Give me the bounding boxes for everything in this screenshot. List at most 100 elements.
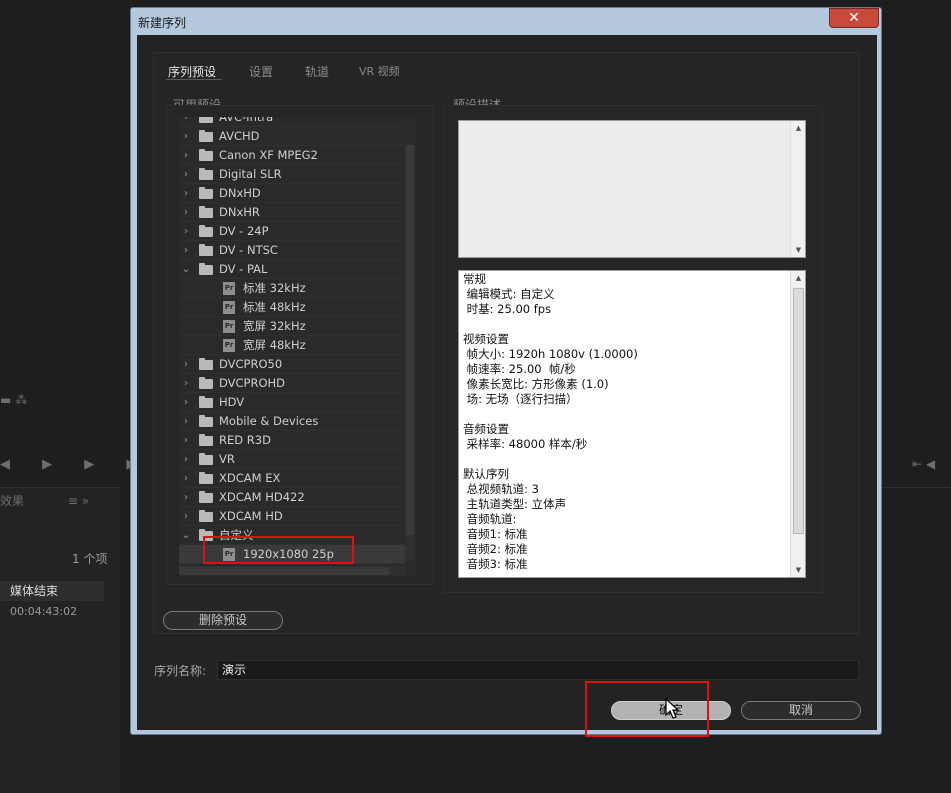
scroll-up-icon[interactable]: ▲ bbox=[791, 271, 805, 285]
close-button[interactable]: ✕ bbox=[829, 8, 879, 28]
panel-menu-icon[interactable]: ≡ » bbox=[68, 494, 89, 508]
tree-folder-row[interactable]: › AVCHD bbox=[179, 127, 405, 146]
tree-folder-row[interactable]: › XDCAM EX bbox=[179, 469, 405, 488]
tree-row-label: Canon XF MPEG2 bbox=[219, 148, 318, 162]
chevron-right-icon[interactable]: › bbox=[181, 117, 191, 127]
tree-folder-row[interactable]: › DVCPROHD bbox=[179, 374, 405, 393]
tree-row-label: 宽屏 48kHz bbox=[243, 338, 306, 352]
tree-preset-row[interactable]: Pr 标准 48kHz bbox=[179, 298, 405, 317]
item-count: 1 个项 bbox=[72, 552, 108, 566]
tree-preset-row[interactable]: Pr 宽屏 32kHz bbox=[179, 317, 405, 336]
tree-folder-row[interactable]: › XDCAM HD422 bbox=[179, 488, 405, 507]
tree-horizontal-scrollbar[interactable] bbox=[179, 566, 405, 576]
folder-icon bbox=[199, 225, 213, 237]
chevron-right-icon[interactable]: › bbox=[181, 127, 191, 146]
tree-folder-row[interactable]: › XDCAM HD bbox=[179, 507, 405, 526]
folder-icon bbox=[199, 491, 213, 503]
chevron-right-icon[interactable]: › bbox=[181, 450, 191, 469]
folder-icon bbox=[199, 434, 213, 446]
chevron-right-icon[interactable]: › bbox=[181, 203, 191, 222]
tree-folder-row[interactable]: › Mobile & Devices bbox=[179, 412, 405, 431]
chevron-right-icon[interactable]: › bbox=[181, 374, 191, 393]
folder-icon bbox=[199, 263, 213, 275]
preset-details[interactable]: 常规 编辑模式: 自定义 时基: 25.00 fps 视频设置 帧大小: 192… bbox=[458, 270, 806, 578]
chevron-right-icon[interactable]: › bbox=[181, 146, 191, 165]
preset-tree[interactable]: Pr 1920x1080 25p ⌄ 自定义 › XDCAM HD › XDCAM HD422… bbox=[179, 117, 417, 577]
tab-tracks[interactable]: 轨道 bbox=[305, 63, 329, 80]
mouse-cursor-icon bbox=[665, 698, 680, 719]
folder-icon bbox=[199, 472, 213, 484]
details-scrollbar[interactable]: ▲ ▼ bbox=[790, 271, 805, 577]
track-control-icon[interactable]: ▬ ⁂ bbox=[0, 393, 27, 407]
tree-folder-row[interactable]: › VR bbox=[179, 450, 405, 469]
tree-preset-row[interactable]: Pr 标准 32kHz bbox=[179, 279, 405, 298]
cancel-button[interactable]: 取消 bbox=[741, 701, 861, 720]
folder-icon bbox=[199, 510, 213, 522]
tree-folder-row[interactable]: › Digital SLR bbox=[179, 165, 405, 184]
premiere-preset-icon: Pr bbox=[223, 301, 235, 314]
tree-row-label: XDCAM EX bbox=[219, 471, 281, 485]
chevron-right-icon[interactable]: › bbox=[181, 165, 191, 184]
tree-folder-row[interactable]: ⌄ DV - PAL bbox=[179, 260, 405, 279]
tree-row-label: DVCPROHD bbox=[219, 376, 286, 390]
chevron-right-icon[interactable]: › bbox=[181, 469, 191, 488]
chevron-right-icon[interactable]: › bbox=[181, 241, 191, 260]
scroll-down-icon[interactable]: ▼ bbox=[791, 563, 805, 577]
notes-scrollbar[interactable]: ▲ ▼ bbox=[790, 121, 805, 257]
tree-vertical-scrollbar[interactable] bbox=[405, 145, 415, 561]
dialog-title: 新建序列 bbox=[138, 16, 187, 30]
effects-panel bbox=[0, 487, 120, 793]
sequence-name-input[interactable]: 演示 bbox=[217, 660, 859, 680]
chevron-right-icon[interactable]: › bbox=[181, 412, 191, 431]
tree-scroll-thumb[interactable] bbox=[406, 145, 414, 535]
preset-description-notes[interactable]: ▲ ▼ bbox=[458, 120, 806, 258]
chevron-right-icon[interactable]: › bbox=[181, 507, 191, 526]
scroll-down-icon[interactable]: ▼ bbox=[791, 243, 806, 257]
media-end-column-header[interactable]: 媒体结束 bbox=[0, 581, 104, 601]
right-panel bbox=[882, 0, 951, 793]
chevron-right-icon[interactable]: › bbox=[181, 184, 191, 203]
media-end-value: 00:04:43:02 bbox=[10, 605, 78, 618]
tree-preset-row[interactable]: Pr 宽屏 48kHz bbox=[179, 336, 405, 355]
dialog-titlebar[interactable]: 新建序列 ✕ bbox=[131, 8, 881, 34]
tab-vr-video[interactable]: VR 视频 bbox=[359, 63, 400, 79]
tree-hscroll-thumb[interactable] bbox=[179, 567, 389, 575]
tree-row-label: AVC-Intra bbox=[219, 117, 274, 124]
folder-icon bbox=[199, 149, 213, 161]
tree-folder-row[interactable]: › DNxHD bbox=[179, 184, 405, 203]
tree-folder-row[interactable]: › DVCPRO50 bbox=[179, 355, 405, 374]
highlight-selected-preset bbox=[203, 536, 354, 564]
tree-folder-row[interactable]: › DV - NTSC bbox=[179, 241, 405, 260]
chevron-right-icon[interactable]: › bbox=[181, 393, 191, 412]
premiere-preset-icon: Pr bbox=[223, 282, 235, 295]
folder-icon bbox=[199, 244, 213, 256]
scroll-up-icon[interactable]: ▲ bbox=[791, 121, 806, 135]
premiere-preset-icon: Pr bbox=[223, 320, 235, 333]
chevron-down-icon[interactable]: ⌄ bbox=[181, 260, 191, 279]
preset-details-text: 常规 编辑模式: 自定义 时基: 25.00 fps 视频设置 帧大小: 192… bbox=[463, 272, 638, 571]
tree-row-label: 宽屏 32kHz bbox=[243, 319, 306, 333]
playback-controls[interactable]: ◀ ▶ ▶ ▶ bbox=[0, 457, 150, 472]
tree-folder-row[interactable]: › DV - 24P bbox=[179, 222, 405, 241]
chevron-down-icon[interactable]: ⌄ bbox=[181, 526, 191, 545]
tab-settings[interactable]: 设置 bbox=[249, 63, 273, 80]
tree-folder-row[interactable]: › AVC-Intra bbox=[179, 117, 405, 127]
chevron-right-icon[interactable]: › bbox=[181, 355, 191, 374]
effects-tab[interactable]: 效果 bbox=[0, 492, 24, 509]
delete-preset-button[interactable]: 删除预设 bbox=[163, 611, 283, 630]
tree-folder-row[interactable]: › Canon XF MPEG2 bbox=[179, 146, 405, 165]
tab-sequence-presets[interactable]: 序列预设 bbox=[168, 63, 216, 80]
chevron-right-icon[interactable]: › bbox=[181, 222, 191, 241]
active-tab-indicator bbox=[166, 79, 222, 80]
tree-row-label: RED R3D bbox=[219, 433, 271, 447]
chevron-right-icon[interactable]: › bbox=[181, 488, 191, 507]
trim-icon[interactable]: ⇤ ◀ bbox=[912, 457, 935, 471]
new-sequence-dialog: 新建序列 ✕ 序列预设 设置 轨道 VR 视频 可用预设 预设描述 Pr1920… bbox=[130, 7, 882, 735]
folder-icon bbox=[199, 168, 213, 180]
details-scroll-thumb[interactable] bbox=[793, 288, 804, 534]
chevron-right-icon[interactable]: › bbox=[181, 431, 191, 450]
tree-folder-row[interactable]: › DNxHR bbox=[179, 203, 405, 222]
tree-row-label: XDCAM HD422 bbox=[219, 490, 305, 504]
tree-folder-row[interactable]: › RED R3D bbox=[179, 431, 405, 450]
tree-folder-row[interactable]: › HDV bbox=[179, 393, 405, 412]
